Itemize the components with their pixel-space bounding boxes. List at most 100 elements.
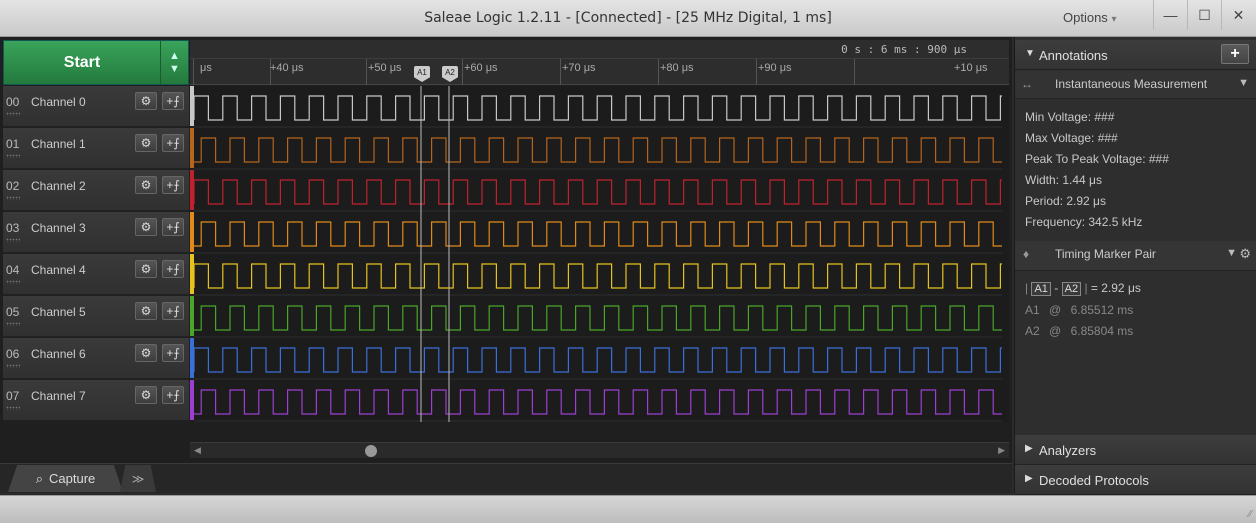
close-button[interactable]: ✕	[1221, 0, 1255, 30]
drag-handle-icon[interactable]	[6, 322, 20, 326]
gear-icon[interactable]: ⚙	[1239, 246, 1251, 262]
gear-icon[interactable]: ⚙	[135, 344, 157, 362]
down-arrow-icon[interactable]: ▼	[169, 63, 180, 76]
channel-number: 05	[6, 305, 20, 319]
trigger-icon[interactable]: +⨍	[162, 134, 184, 152]
options-menu[interactable]: Options ▾	[1063, 10, 1116, 25]
channel-row[interactable]: 01 Channel 1 ⚙ +⨍	[3, 128, 189, 169]
channel-name[interactable]: Channel 2	[31, 179, 86, 193]
channel-name[interactable]: Channel 7	[31, 389, 86, 403]
channel-row[interactable]: 06 Channel 6 ⚙ +⨍	[3, 338, 189, 379]
timing-marker-a2[interactable]: A2	[442, 66, 458, 82]
marker-a1-time-row: A1 @ 6.85512 ms	[1025, 303, 1133, 317]
tab-overflow-button[interactable]: ≫	[120, 465, 156, 492]
trigger-icon[interactable]: +⨍	[162, 218, 184, 236]
magnifier-icon: ⌕	[35, 470, 44, 486]
drag-handle-icon[interactable]	[6, 112, 20, 116]
ruler-tick	[193, 59, 194, 85]
timing-marker-pair-header[interactable]: ♦ Timing Marker Pair ▼ ⚙	[1015, 241, 1256, 271]
marker-a2-time-row: A2 @ 6.85804 ms	[1025, 324, 1133, 338]
annotations-panel: ▼ Annotations + ↔ Instantaneous Measurem…	[1014, 37, 1256, 495]
channel-waveform	[194, 263, 1002, 289]
channel-number: 03	[6, 221, 20, 235]
up-arrow-icon[interactable]: ▲	[169, 50, 180, 63]
trigger-icon[interactable]: +⨍	[162, 176, 184, 194]
marker-pair-value: = 2.92 μs	[1090, 281, 1141, 295]
gear-icon[interactable]: ⚙	[135, 134, 157, 152]
channel-name[interactable]: Channel 6	[31, 347, 86, 361]
gear-icon[interactable]: ⚙	[135, 302, 157, 320]
ruler-tick-label: +90 μs	[758, 62, 792, 74]
trigger-icon[interactable]: +⨍	[162, 302, 184, 320]
channel-row[interactable]: 02 Channel 2 ⚙ +⨍	[3, 170, 189, 211]
marker-pair-difference: | A1 - A2 | = 2.92 μs	[1025, 281, 1141, 296]
ruler-tick	[366, 59, 367, 85]
chevron-down-icon[interactable]: ▼	[1238, 77, 1249, 89]
analyzers-header[interactable]: ▶ Analyzers	[1015, 435, 1256, 465]
drag-handle-icon[interactable]	[6, 364, 20, 368]
channel-row[interactable]: 00 Channel 0 ⚙ +⨍	[3, 86, 189, 127]
drag-handle-icon[interactable]	[6, 154, 20, 158]
collapse-triangle-icon[interactable]: ▼	[1025, 48, 1035, 59]
gear-icon[interactable]: ⚙	[135, 92, 157, 110]
channel-number: 02	[6, 179, 20, 193]
frequency: Frequency: 342.5 kHz	[1025, 215, 1143, 229]
drag-handle-icon[interactable]	[6, 196, 20, 200]
maximize-button[interactable]: ☐	[1187, 0, 1221, 30]
gear-icon[interactable]: ⚙	[135, 260, 157, 278]
channel-name[interactable]: Channel 4	[31, 263, 86, 277]
measurement-header[interactable]: ↔ Instantaneous Measurement ▼	[1015, 71, 1256, 99]
time-ruler[interactable]: 0 s : 6 ms : 900 μs μs +40 μs +50 μs +60…	[190, 40, 1009, 85]
minimize-button[interactable]: —	[1153, 0, 1187, 30]
channel-row[interactable]: 04 Channel 4 ⚙ +⨍	[3, 254, 189, 295]
marker-a2-badge: A2	[1061, 282, 1082, 296]
channel-row[interactable]: 03 Channel 3 ⚙ +⨍	[3, 212, 189, 253]
decoded-protocols-title: Decoded Protocols	[1039, 473, 1149, 488]
ruler-tick-label: +60 μs	[464, 62, 498, 74]
scrollbar-thumb[interactable]	[365, 445, 377, 457]
trigger-icon[interactable]: +⨍	[162, 92, 184, 110]
drag-handle-icon[interactable]	[6, 280, 20, 284]
gear-icon[interactable]: ⚙	[135, 176, 157, 194]
annotations-title: Annotations	[1039, 48, 1108, 63]
title-bar: Saleae Logic 1.2.11 - [Connected] - [25 …	[0, 0, 1256, 37]
marker-a1-time: 6.85512 ms	[1070, 303, 1134, 317]
gear-icon[interactable]: ⚙	[135, 386, 157, 404]
marker-a2-time: 6.85804 ms	[1070, 324, 1134, 338]
trigger-icon[interactable]: +⨍	[162, 260, 184, 278]
marker-a2-label: A2	[1025, 324, 1040, 338]
gear-icon[interactable]: ⚙	[135, 218, 157, 236]
expand-triangle-icon[interactable]: ▶	[1025, 473, 1033, 484]
channel-number: 07	[6, 389, 20, 403]
channel-name[interactable]: Channel 5	[31, 305, 86, 319]
scroll-left-icon[interactable]: ◀	[194, 445, 201, 456]
marker-a1-at: @	[1049, 303, 1062, 317]
decoded-protocols-header[interactable]: ▶ Decoded Protocols	[1015, 465, 1256, 495]
channel-row[interactable]: 07 Channel 7 ⚙ +⨍	[3, 380, 189, 421]
resize-grip-icon[interactable]: ⁄⁄	[1249, 509, 1252, 520]
channel-name[interactable]: Channel 0	[31, 95, 86, 109]
horizontal-scrollbar[interactable]: ◀ ▶	[190, 442, 1009, 458]
expand-triangle-icon[interactable]: ▶	[1025, 443, 1033, 454]
scroll-right-icon[interactable]: ▶	[998, 445, 1005, 456]
add-annotation-button[interactable]: +	[1221, 44, 1249, 64]
ruler-tick	[854, 59, 855, 85]
start-button[interactable]: Start ▲ ▼	[3, 40, 189, 85]
annotations-header[interactable]: ▼ Annotations +	[1015, 40, 1256, 70]
channel-name[interactable]: Channel 3	[31, 221, 86, 235]
channel-number: 06	[6, 347, 20, 361]
drag-handle-icon[interactable]	[6, 406, 20, 410]
trigger-icon[interactable]: +⨍	[162, 386, 184, 404]
trigger-icon[interactable]: +⨍	[162, 344, 184, 362]
start-options-stepper[interactable]: ▲ ▼	[160, 41, 188, 84]
peak-to-peak-voltage: Peak To Peak Voltage: ###	[1025, 152, 1169, 166]
chevron-down-icon[interactable]: ▼	[1226, 247, 1237, 259]
drag-handle-icon[interactable]	[6, 238, 20, 242]
tab-capture[interactable]: ⌕ Capture	[8, 465, 123, 492]
channel-row[interactable]: 05 Channel 5 ⚙ +⨍	[3, 296, 189, 337]
timing-marker-a1[interactable]: A1	[414, 66, 430, 82]
period: Period: 2.92 μs	[1025, 194, 1106, 208]
waveform-area[interactable]	[194, 86, 1009, 422]
channel-name[interactable]: Channel 1	[31, 137, 86, 151]
tab-bar: ⌕ Capture ≫	[0, 463, 1012, 493]
